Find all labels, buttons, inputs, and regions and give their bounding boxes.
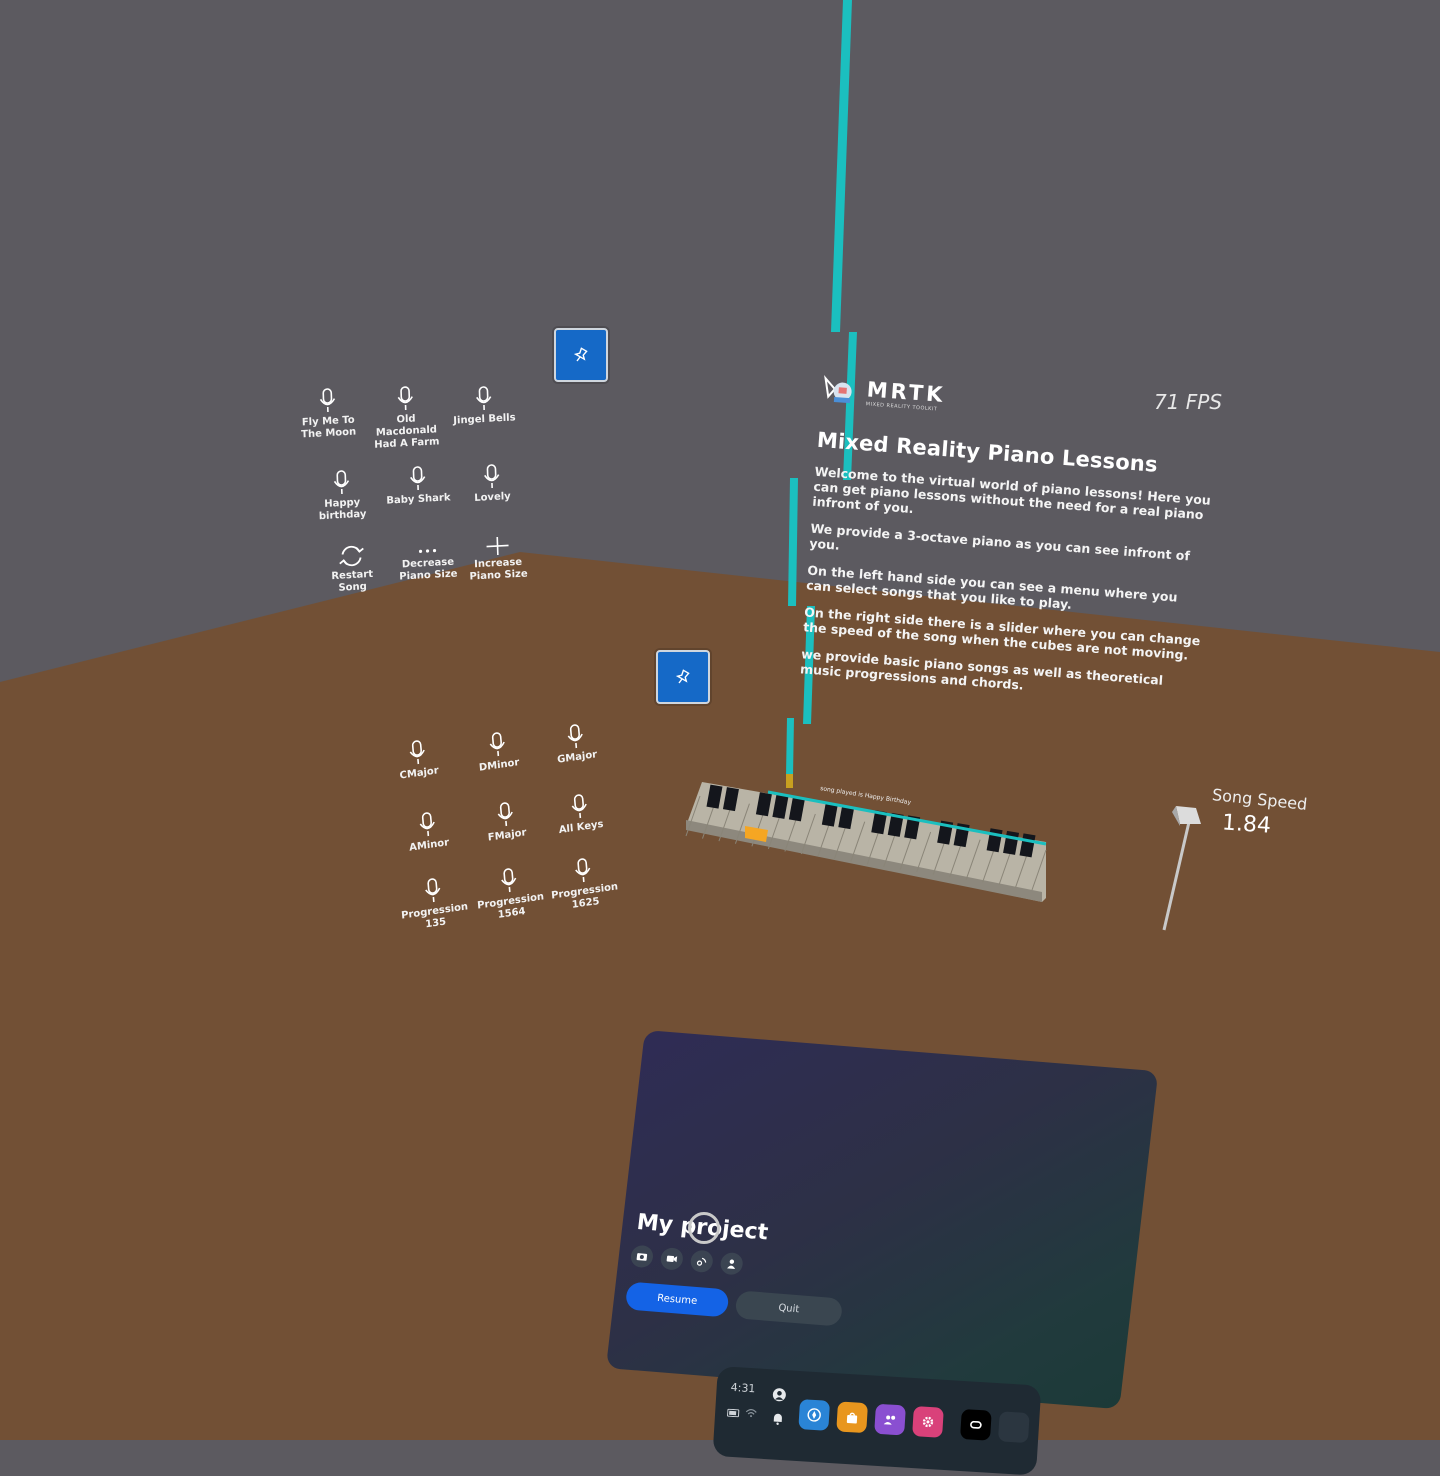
microphone-icon	[474, 386, 493, 413]
fps-counter: 71 FPS	[1154, 390, 1222, 414]
song-label: Baby Shark	[386, 492, 450, 506]
camera-button[interactable]	[630, 1245, 654, 1269]
oculus-icon	[968, 1417, 983, 1432]
song-label: Restart Song	[331, 569, 373, 594]
explore-app[interactable]	[798, 1399, 830, 1431]
more-horizontal-icon	[414, 545, 440, 556]
microphone-icon	[417, 811, 437, 839]
song-button-jingel-bells[interactable]: Jingel Bells	[447, 384, 520, 428]
resume-button[interactable]: Resume	[625, 1281, 730, 1317]
profile-icon[interactable]	[772, 1387, 787, 1402]
camera-icon	[635, 1251, 648, 1262]
song-button-baby-shark[interactable]: Baby Shark	[381, 464, 454, 508]
video-icon	[665, 1253, 678, 1264]
refresh-icon	[338, 543, 365, 568]
song-label: Fly Me To The Moon	[301, 415, 356, 441]
chord-label: Progression 1625	[551, 881, 619, 911]
oculus-app[interactable]	[960, 1409, 992, 1441]
chord-button-progression-1625[interactable]: Progression 1625	[546, 853, 622, 915]
pin-icon	[674, 668, 692, 686]
decrease-piano-size-button[interactable]: Decrease Piano Size	[391, 544, 464, 584]
microphone-icon	[495, 801, 515, 829]
people-app[interactable]	[874, 1404, 906, 1436]
restart-song-button[interactable]: Restart Song	[315, 542, 389, 596]
notifications-icon[interactable]	[770, 1411, 785, 1426]
chord-button-progression-1564[interactable]: Progression 1564	[472, 863, 548, 925]
plus-icon	[484, 535, 511, 556]
song-label: Old Macdonald Had A Farm	[374, 414, 440, 451]
song-label: Jingel Bells	[453, 412, 516, 426]
song-button-lovely[interactable]: Lovely	[455, 462, 528, 506]
note-bar-hit	[786, 774, 793, 788]
settings-app[interactable]	[912, 1406, 944, 1438]
note-bar	[786, 718, 794, 776]
microphone-icon	[408, 466, 427, 493]
mrtk-logo-icon	[820, 372, 862, 409]
chord-label: Progression 1564	[477, 891, 545, 921]
cast-icon	[695, 1255, 708, 1268]
quit-button[interactable]: Quit	[734, 1290, 843, 1326]
song-button-happy-birthday[interactable]: Happy birthday	[305, 468, 379, 524]
people-button[interactable]	[719, 1252, 743, 1276]
song-label: Lovely	[474, 491, 511, 504]
song-button-fly-me-to-the-moon[interactable]: Fly Me To The Moon	[291, 386, 365, 442]
pin-icon	[572, 346, 590, 364]
pause-dialog: My project Resume Quit	[606, 1030, 1158, 1409]
clock: 4:31	[730, 1381, 755, 1395]
microphone-icon	[487, 731, 507, 759]
microphone-icon	[318, 388, 337, 415]
song-label: Happy birthday	[319, 497, 367, 522]
wifi-icon	[745, 1408, 758, 1419]
microphone-icon	[396, 386, 415, 413]
song-label: Decrease Piano Size	[399, 557, 458, 583]
microphone-icon	[573, 857, 593, 885]
microphone-icon	[565, 723, 585, 751]
gaze-cursor	[688, 1212, 720, 1244]
increase-piano-size-button[interactable]: Increase Piano Size	[461, 534, 535, 584]
microphone-icon	[407, 739, 427, 767]
people-icon	[883, 1412, 898, 1427]
pin-menu-button[interactable]	[554, 328, 608, 382]
microphone-icon	[482, 464, 501, 491]
song-button-old-macdonald[interactable]: Old Macdonald Had A Farm	[369, 384, 443, 452]
song-label: Increase Piano Size	[469, 557, 528, 583]
settings-icon	[921, 1415, 936, 1430]
microphone-icon	[332, 470, 351, 497]
slider-value: 1.84	[1221, 810, 1272, 838]
store-app[interactable]	[836, 1401, 868, 1433]
info-panel: MRTK MIXED REALITY TOOLKIT Mixed Reality…	[800, 372, 1221, 705]
dialog-icon-row	[630, 1245, 744, 1276]
explore-icon	[807, 1408, 822, 1423]
battery-icon	[727, 1409, 741, 1418]
cast-button[interactable]	[690, 1249, 714, 1273]
system-taskbar: 4:31	[713, 1366, 1042, 1476]
record-button[interactable]	[660, 1247, 684, 1271]
more-app[interactable]	[998, 1411, 1030, 1443]
microphone-icon	[569, 793, 589, 821]
people-icon	[725, 1257, 738, 1270]
microphone-icon	[423, 877, 443, 905]
chord-label: Progression 135	[401, 901, 469, 930]
chord-button-progression-135[interactable]: Progression 135	[396, 873, 472, 935]
microphone-icon	[499, 867, 519, 895]
store-icon	[845, 1410, 860, 1425]
pin-chords-button[interactable]	[656, 650, 710, 704]
